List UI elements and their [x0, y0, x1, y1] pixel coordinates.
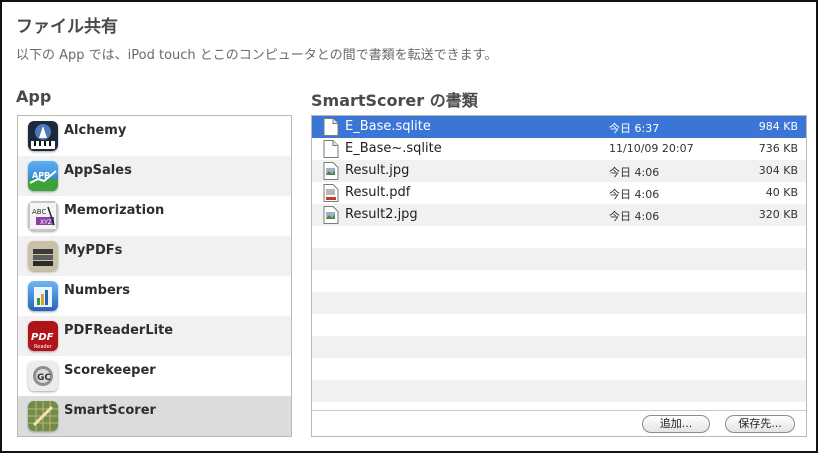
- app-name: SmartScorer: [64, 402, 156, 418]
- document-icon: [323, 140, 339, 158]
- scorekeeper-icon: GC: [28, 361, 58, 391]
- app-item-appsales[interactable]: APP AppSales: [18, 156, 291, 196]
- empty-row: [312, 402, 806, 410]
- empty-row: [312, 248, 806, 270]
- file-size: 736 KB: [758, 142, 798, 155]
- app-name: AppSales: [64, 162, 132, 178]
- pdf-file-icon: [323, 184, 339, 202]
- smartscorer-icon: [28, 401, 58, 431]
- documents-table[interactable]: E_Base.sqlite 今日 6:37 984 KB E_Base~.sql…: [311, 115, 807, 437]
- appsales-icon: APP: [28, 161, 58, 191]
- app-list[interactable]: Alchemy APP AppSales ABC XYZ Memorization…: [17, 115, 292, 437]
- empty-row: [312, 336, 806, 358]
- file-date: 今日 4:06: [609, 188, 660, 201]
- svg-text:XYZ: XYZ: [40, 219, 52, 226]
- image-file-icon: [323, 206, 339, 224]
- file-sharing-panel: ファイル共有 以下の App では、iPod touch とこのコンピュータとの…: [0, 0, 818, 453]
- table-row[interactable]: Result2.jpg 今日 4:06 320 KB: [312, 204, 806, 226]
- app-name: Memorization: [64, 202, 165, 218]
- svg-text:Reader: Reader: [34, 344, 53, 350]
- document-icon: [323, 118, 339, 136]
- page-title: ファイル共有: [16, 17, 118, 37]
- svg-text:PDF: PDF: [31, 332, 54, 343]
- empty-row: [312, 380, 806, 402]
- documents-footer: 追加... 保存先...: [312, 410, 806, 436]
- file-name: Result.pdf: [345, 185, 411, 200]
- svg-text:GC: GC: [37, 373, 51, 383]
- mypdfs-icon: [28, 241, 58, 271]
- file-date: 11/10/09 20:07: [609, 142, 694, 155]
- app-item-pdfreaderlite[interactable]: PDF Reader PDFReaderLite: [18, 316, 291, 356]
- empty-row: [312, 292, 806, 314]
- file-date: 今日 6:37: [609, 122, 660, 135]
- page-subtitle: 以下の App では、iPod touch とこのコンピュータとの間で書類を転送…: [16, 48, 498, 63]
- memorization-icon: ABC XYZ: [28, 201, 58, 231]
- file-name: E_Base~.sqlite: [345, 141, 442, 156]
- svg-text:APP: APP: [32, 171, 50, 180]
- file-date: 今日 4:06: [609, 166, 660, 179]
- app-name: Alchemy: [64, 122, 127, 138]
- file-name: Result2.jpg: [345, 207, 418, 222]
- app-name: PDFReaderLite: [64, 322, 174, 338]
- documents-list: E_Base.sqlite 今日 6:37 984 KB E_Base~.sql…: [312, 116, 806, 410]
- pdfreaderlite-icon: PDF Reader: [28, 321, 58, 351]
- table-row[interactable]: Result.jpg 今日 4:06 304 KB: [312, 160, 806, 182]
- empty-row: [312, 358, 806, 380]
- table-row[interactable]: E_Base.sqlite 今日 6:37 984 KB: [312, 116, 806, 138]
- alchemy-icon: [28, 121, 58, 151]
- app-item-numbers[interactable]: Numbers: [18, 276, 291, 316]
- file-name: E_Base.sqlite: [345, 119, 431, 134]
- app-item-smartscorer[interactable]: SmartScorer: [18, 396, 291, 436]
- file-date: 今日 4:06: [609, 210, 660, 223]
- file-size: 304 KB: [758, 164, 798, 177]
- app-item-alchemy[interactable]: Alchemy: [18, 116, 291, 156]
- app-item-memorization[interactable]: ABC XYZ Memorization: [18, 196, 291, 236]
- table-row[interactable]: Result.pdf 今日 4:06 40 KB: [312, 182, 806, 204]
- file-size: 320 KB: [758, 208, 798, 221]
- numbers-icon: [28, 281, 58, 311]
- app-item-scorekeeper[interactable]: GC Scorekeeper: [18, 356, 291, 396]
- app-name: Scorekeeper: [64, 362, 156, 378]
- documents-heading: SmartScorer の書類: [311, 91, 478, 110]
- app-item-mypdfs[interactable]: MyPDFs: [18, 236, 291, 276]
- empty-row: [312, 226, 806, 248]
- file-name: Result.jpg: [345, 163, 410, 178]
- apps-heading: App: [16, 87, 52, 106]
- file-size: 984 KB: [758, 120, 798, 133]
- empty-row: [312, 314, 806, 336]
- save-to-button[interactable]: 保存先...: [725, 415, 795, 433]
- file-size: 40 KB: [765, 186, 798, 199]
- image-file-icon: [323, 162, 339, 180]
- app-name: Numbers: [64, 282, 130, 298]
- empty-row: [312, 270, 806, 292]
- app-name: MyPDFs: [64, 242, 123, 258]
- table-row[interactable]: E_Base~.sqlite 11/10/09 20:07 736 KB: [312, 138, 806, 160]
- add-button[interactable]: 追加...: [642, 415, 710, 433]
- svg-text:ABC: ABC: [32, 208, 46, 216]
